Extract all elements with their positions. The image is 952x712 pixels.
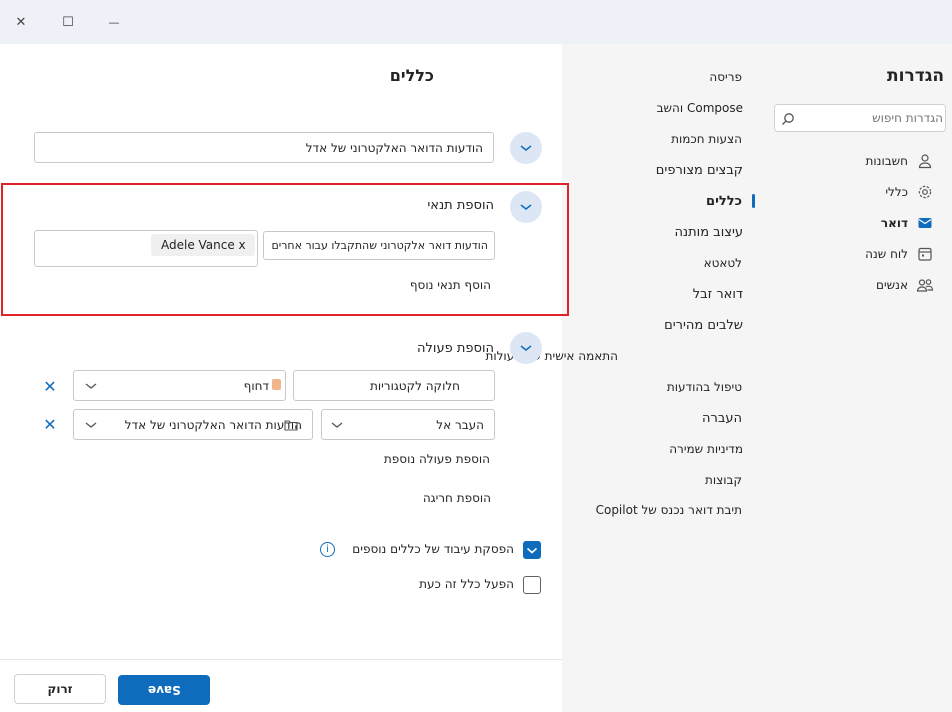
- condition-collapse[interactable]: [510, 191, 542, 223]
- category-sweep[interactable]: לטאטא: [704, 256, 742, 270]
- category-junk-email[interactable]: דואר זבל: [693, 287, 743, 302]
- search-input[interactable]: [799, 109, 943, 127]
- discard-button[interactable]: זרוק: [14, 674, 106, 704]
- close-icon: ✕: [43, 414, 57, 434]
- nav-accounts-label: חשבונות: [865, 154, 908, 168]
- category-compose-reply[interactable]: Compose והשב: [657, 101, 743, 115]
- gear-icon: [916, 183, 934, 201]
- category-copilot-inbox[interactable]: תיבת דואר נכנס של Copilot: [596, 503, 742, 517]
- action-2-type: העבר אל: [436, 417, 484, 432]
- run-now-label: הפעל כלל זה כעת: [419, 577, 514, 591]
- add-action-link[interactable]: הוספת פעולה נוספת: [384, 452, 490, 466]
- nav-mail-label: דואר: [880, 216, 908, 230]
- add-exception-link[interactable]: הוספת חריגה: [423, 491, 491, 505]
- rules-title: כללים: [389, 66, 434, 85]
- nav-people-label: אנשים: [876, 278, 908, 292]
- rule-name-collapse[interactable]: [510, 132, 542, 164]
- nav-accounts[interactable]: חשבונות: [865, 150, 932, 172]
- category-layout[interactable]: פריסה: [709, 70, 742, 84]
- search-icon: [781, 111, 795, 130]
- calendar-icon: [916, 245, 934, 263]
- close-icon: ✕: [15, 14, 27, 30]
- category-quick-steps[interactable]: שלבים מהירים: [664, 318, 743, 333]
- tag-icon: [272, 379, 281, 390]
- chevron-down-icon: [85, 422, 97, 428]
- category-conditional-formatting[interactable]: עיצוב מותנה: [674, 225, 743, 240]
- nav-general[interactable]: כללי: [885, 181, 932, 203]
- action-collapse[interactable]: [510, 332, 542, 364]
- category-message-handling[interactable]: טיפול בהודעות: [667, 380, 742, 394]
- category-rules[interactable]: כללים: [706, 194, 742, 209]
- run-now-checkbox[interactable]: [523, 576, 541, 594]
- stop-processing-label: הפסקת עיבוד של כללים נוספים: [352, 542, 514, 556]
- category-forwarding[interactable]: העברה: [702, 411, 742, 426]
- rule-name-input[interactable]: הודעות הדואר האלקטרוני של אדל: [34, 132, 494, 163]
- mail-icon: [916, 214, 934, 232]
- nav-general-label: כללי: [885, 185, 908, 199]
- people-icon: [916, 276, 934, 294]
- category-groups[interactable]: קבוצות: [705, 473, 742, 487]
- condition-select-value: הודעות דואר אלקטרוני שהתקבלו עבור אחרים: [271, 239, 488, 252]
- action-2-value: הודעות הדואר האלקטרוני של אדל: [124, 417, 302, 432]
- remove-action-1-button[interactable]: ✕: [41, 376, 59, 396]
- action-2-select[interactable]: העבר אל: [321, 409, 495, 440]
- nav-mail[interactable]: דואר: [880, 212, 932, 234]
- settings-search[interactable]: [774, 104, 946, 132]
- category-customize-actions[interactable]: התאמה אישית של פעולות: [485, 349, 618, 363]
- close-icon: ✕: [43, 376, 57, 396]
- maximize-icon: ☐: [62, 14, 74, 30]
- chevron-down-icon: [520, 145, 532, 151]
- action-1-select[interactable]: חלוקה לקטגוריות: [293, 370, 495, 401]
- action-2-value-select[interactable]: הודעות הדואר האלקטרוני של אדל: [73, 409, 313, 440]
- recipient-chip[interactable]: Adele Vance x: [151, 234, 255, 256]
- close-window-button[interactable]: ✕: [10, 11, 32, 33]
- check-icon: [526, 547, 538, 554]
- info-icon[interactable]: i: [320, 542, 335, 557]
- selected-indicator: [752, 194, 755, 208]
- condition-header: הוספת תנאי: [427, 198, 494, 213]
- action-1-type: חלוקה לקטגוריות: [369, 378, 460, 393]
- action-1-value-select[interactable]: דחוף: [73, 370, 286, 401]
- settings-pane: [562, 44, 952, 712]
- stop-processing-checkbox[interactable]: [523, 541, 541, 559]
- chevron-down-icon: [331, 422, 343, 428]
- nav-calendar-label: לוח שנה: [865, 247, 908, 261]
- discard-button-label: זרוק: [47, 682, 73, 696]
- chevron-down-icon: [85, 383, 97, 389]
- add-condition-link[interactable]: הוסף תנאי נוסף: [410, 278, 491, 292]
- footer-divider: [0, 659, 562, 660]
- chevron-down-icon: [520, 345, 532, 351]
- nav-calendar[interactable]: לוח שנה: [865, 243, 932, 265]
- rule-name-value: הודעות הדואר האלקטרוני של אדל: [305, 140, 483, 155]
- minimize-icon: —: [108, 15, 120, 29]
- save-button-label: Save: [147, 683, 181, 697]
- chevron-down-icon: [520, 204, 532, 210]
- settings-title: הגדרות: [887, 66, 944, 86]
- title-bar: ✕ ☐ —: [0, 0, 952, 44]
- category-attachments[interactable]: קבצים מצורפים: [656, 163, 743, 178]
- save-button[interactable]: Save: [118, 675, 210, 705]
- action-1-value: דחוף: [243, 378, 269, 393]
- person-icon: [916, 152, 934, 170]
- remove-action-2-button[interactable]: ✕: [41, 414, 59, 434]
- category-retention-policies[interactable]: מדיניות שמירה: [669, 442, 743, 456]
- maximize-window-button[interactable]: ☐: [57, 11, 79, 33]
- recipient-chip-label: Adele Vance x: [161, 238, 246, 252]
- category-smart-suggestions[interactable]: הצעות חכמות: [671, 132, 742, 146]
- folder-icon: [284, 420, 298, 431]
- nav-people[interactable]: אנשים: [876, 274, 934, 296]
- minimize-window-button[interactable]: —: [103, 11, 125, 33]
- action-header: הוספת פעולה: [417, 341, 494, 356]
- condition-select[interactable]: הודעות דואר אלקטרוני שהתקבלו עבור אחרים: [263, 231, 495, 260]
